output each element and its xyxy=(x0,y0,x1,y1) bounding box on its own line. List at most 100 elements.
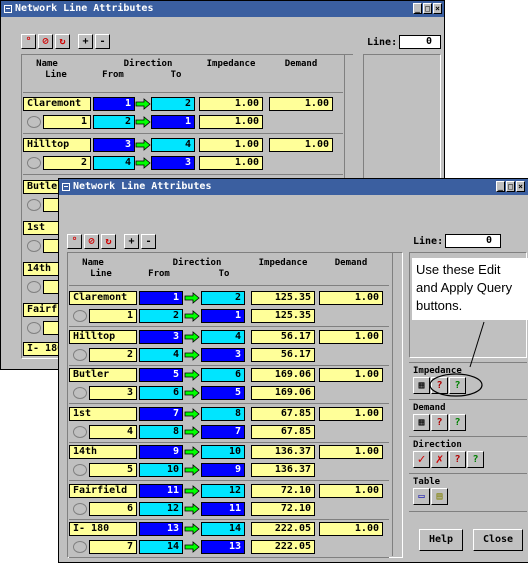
close-window-button[interactable]: × xyxy=(516,181,525,192)
impedance-field[interactable]: 1.00 xyxy=(199,138,263,152)
impedance-field[interactable]: 56.17 xyxy=(251,347,315,362)
line-name-field[interactable]: I- 180 xyxy=(23,342,63,356)
edit-table-icon[interactable]: ▦ xyxy=(413,377,430,394)
record-toggle[interactable] xyxy=(27,322,41,334)
record-toggle[interactable] xyxy=(73,464,87,476)
line-name-field[interactable]: Hilltop xyxy=(69,329,137,344)
close-window-button[interactable]: × xyxy=(433,3,442,14)
minimize-button[interactable]: _ xyxy=(496,181,505,192)
insert-record-icon[interactable]: + xyxy=(124,234,139,249)
to-node-cell[interactable]: 11 xyxy=(201,501,245,516)
impedance-field[interactable]: 125.35 xyxy=(251,291,315,305)
apply-query-icon[interactable]: ? xyxy=(467,451,484,468)
cancel-icon[interactable]: ⊘ xyxy=(38,34,53,49)
to-node-cell[interactable]: 3 xyxy=(201,347,245,362)
impedance-field[interactable]: 125.35 xyxy=(251,309,315,323)
impedance-field[interactable]: 1.00 xyxy=(199,156,263,170)
delete-record-icon[interactable]: - xyxy=(141,234,156,249)
record-toggle[interactable] xyxy=(27,116,41,128)
back-line-field[interactable]: 0 xyxy=(399,35,441,49)
impedance-field[interactable]: 136.37 xyxy=(251,463,315,477)
refresh-icon[interactable]: ↻ xyxy=(101,234,116,249)
demand-field[interactable]: 1.00 xyxy=(319,291,383,305)
checkmark-icon[interactable]: ✓ xyxy=(413,451,430,468)
front-scrollbar[interactable] xyxy=(392,253,402,556)
line-name-field[interactable]: 1st xyxy=(23,221,63,235)
demand-field[interactable]: 1.00 xyxy=(269,138,333,152)
from-node-cell[interactable]: 2 xyxy=(139,309,183,323)
to-node-cell[interactable]: 5 xyxy=(201,386,245,400)
table-settings-icon[interactable]: ▤ xyxy=(431,488,448,505)
front-line-field[interactable]: 0 xyxy=(445,234,501,248)
undo-icon[interactable]: ° xyxy=(21,34,36,49)
edit-query-icon[interactable]: ? xyxy=(449,451,466,468)
line-number-field[interactable]: 3 xyxy=(89,386,137,400)
impedance-field[interactable]: 56.17 xyxy=(251,329,315,344)
to-node-cell[interactable]: 2 xyxy=(201,291,245,305)
record-toggle[interactable] xyxy=(73,502,87,515)
from-node-cell[interactable]: 4 xyxy=(139,347,183,362)
line-name-field[interactable]: 14th xyxy=(23,262,63,276)
from-node-cell[interactable]: 3 xyxy=(139,329,183,344)
from-node-cell[interactable]: 10 xyxy=(139,463,183,477)
table-view-icon[interactable]: ▭ xyxy=(413,488,430,505)
from-node-cell[interactable]: 4 xyxy=(93,156,135,170)
impedance-field[interactable]: 169.06 xyxy=(251,368,315,382)
line-number-field[interactable]: 4 xyxy=(89,424,137,439)
impedance-field[interactable]: 222.05 xyxy=(251,540,315,554)
demand-field[interactable]: 1.00 xyxy=(319,406,383,421)
minimize-button[interactable]: _ xyxy=(413,3,422,14)
line-name-field[interactable]: 14th xyxy=(69,445,137,459)
undo-icon[interactable]: ° xyxy=(67,234,82,249)
line-name-field[interactable]: Butler xyxy=(69,368,137,382)
to-node-cell[interactable]: 14 xyxy=(201,522,245,536)
impedance-field[interactable]: 222.05 xyxy=(251,522,315,536)
demand-field[interactable]: 1.00 xyxy=(319,445,383,459)
record-toggle[interactable] xyxy=(73,425,87,438)
demand-field[interactable]: 1.00 xyxy=(319,522,383,536)
to-node-cell[interactable]: 8 xyxy=(201,406,245,421)
delete-record-icon[interactable]: - xyxy=(95,34,110,49)
from-node-cell[interactable]: 8 xyxy=(139,424,183,439)
demand-field[interactable]: 1.00 xyxy=(319,368,383,382)
to-node-cell[interactable]: 4 xyxy=(201,329,245,344)
line-number-field[interactable]: 1 xyxy=(43,115,91,129)
record-toggle[interactable] xyxy=(73,387,87,399)
to-node-cell[interactable]: 1 xyxy=(201,309,245,323)
demand-field[interactable]: 1.00 xyxy=(319,329,383,344)
apply-query-icon[interactable]: ? xyxy=(449,414,466,431)
edit-query-icon[interactable]: ? xyxy=(431,414,448,431)
from-node-cell[interactable]: 12 xyxy=(139,501,183,516)
from-node-cell[interactable]: 9 xyxy=(139,445,183,459)
apply-query-icon[interactable]: ? xyxy=(449,377,466,394)
to-node-cell[interactable]: 6 xyxy=(201,368,245,382)
from-node-cell[interactable]: 1 xyxy=(139,291,183,305)
edit-table-icon[interactable]: ▦ xyxy=(413,414,430,431)
impedance-field[interactable]: 136.37 xyxy=(251,445,315,459)
record-toggle[interactable] xyxy=(27,240,41,252)
from-node-cell[interactable]: 13 xyxy=(139,522,183,536)
record-toggle[interactable] xyxy=(73,541,87,553)
to-node-cell[interactable]: 9 xyxy=(201,463,245,477)
line-number-field[interactable]: 5 xyxy=(89,463,137,477)
to-node-cell[interactable]: 1 xyxy=(151,115,195,129)
line-number-field[interactable]: 7 xyxy=(89,540,137,554)
from-node-cell[interactable]: 6 xyxy=(139,386,183,400)
line-name-field[interactable]: Claremont xyxy=(69,291,137,305)
line-name-field[interactable]: Hilltop xyxy=(23,138,91,152)
line-number-field[interactable]: 6 xyxy=(89,501,137,516)
to-node-cell[interactable]: 2 xyxy=(151,97,195,111)
refresh-icon[interactable]: ↻ xyxy=(55,34,70,49)
from-node-cell[interactable]: 11 xyxy=(139,483,183,498)
impedance-field[interactable]: 67.85 xyxy=(251,424,315,439)
help-button[interactable]: Help xyxy=(419,529,463,551)
edit-query-icon[interactable]: ? xyxy=(431,377,448,394)
cancel-icon[interactable]: ⊘ xyxy=(84,234,99,249)
from-node-cell[interactable]: 14 xyxy=(139,540,183,554)
demand-field[interactable]: 1.00 xyxy=(269,97,333,111)
front-title-bar[interactable]: Network Line Attributes _ □ × xyxy=(59,179,528,195)
impedance-field[interactable]: 1.00 xyxy=(199,115,263,129)
record-toggle[interactable] xyxy=(27,281,41,293)
system-menu-icon[interactable] xyxy=(62,183,70,191)
impedance-field[interactable]: 72.10 xyxy=(251,483,315,498)
